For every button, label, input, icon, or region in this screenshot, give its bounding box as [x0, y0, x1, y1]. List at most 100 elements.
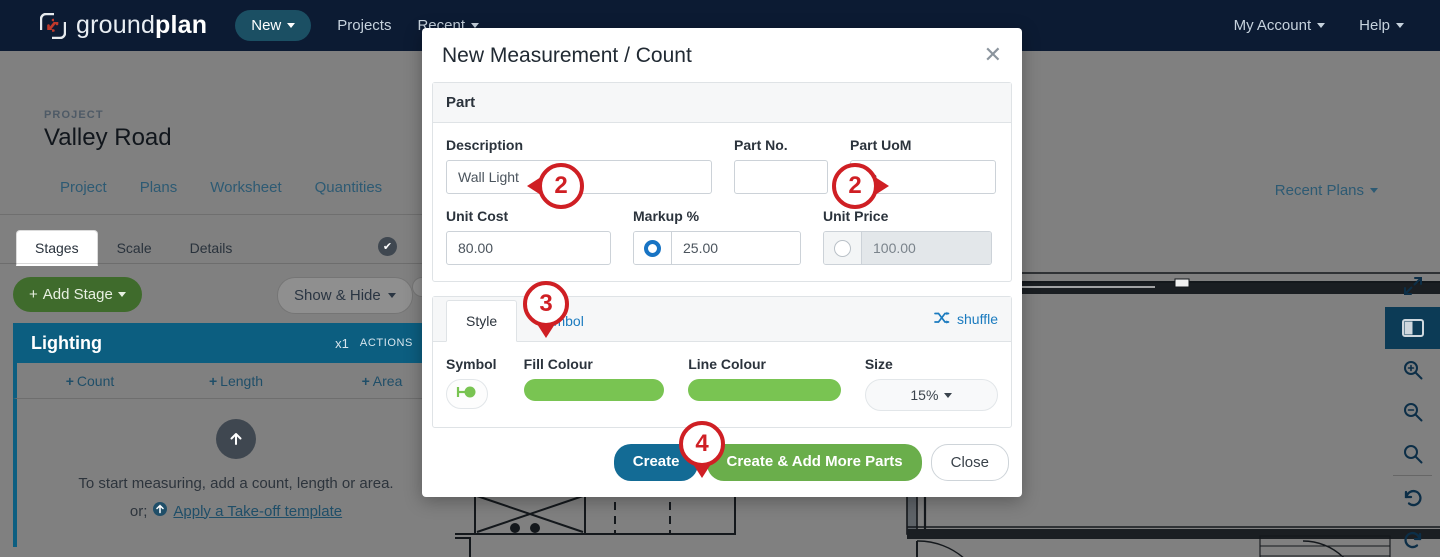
stage-complete-check-icon[interactable]: ✔	[378, 237, 397, 256]
part-panel-body: Description Wall Light Part No. Part UoM…	[433, 123, 1011, 281]
project-tab-worksheet[interactable]: Worksheet	[210, 179, 281, 196]
unit-price-radio[interactable]	[834, 239, 851, 257]
unit-price-input: 100.00	[862, 232, 991, 264]
fill-colour-swatch[interactable]	[523, 379, 665, 401]
stage-empty-text: To start measuring, add a count, length …	[78, 475, 394, 492]
stage-card: Lighting x1 ACTIONS + Count + Length + Area	[13, 323, 455, 547]
brand-text: groundplan	[76, 11, 208, 39]
count-symbol-icon	[454, 384, 480, 405]
annotation-marker-2-description: 2	[527, 163, 584, 209]
upload-arrow-icon	[216, 419, 256, 459]
split-pane-icon[interactable]	[1385, 307, 1440, 349]
zoom-out-icon[interactable]	[1385, 391, 1440, 433]
unit-price-control: 100.00	[823, 231, 992, 265]
stage-header[interactable]: Lighting x1 ACTIONS	[13, 323, 455, 363]
marker-number: 2	[832, 163, 878, 209]
project-tabs: Project Plans Worksheet Quantities	[60, 179, 382, 196]
tab-scale[interactable]: Scale	[98, 230, 171, 266]
part-no-input[interactable]	[734, 160, 828, 194]
markup-control: 25.00	[633, 231, 801, 265]
shuffle-button[interactable]: shuffle	[934, 311, 998, 328]
add-count-button[interactable]: + Count	[17, 373, 163, 389]
close-icon[interactable]: ✕	[984, 44, 1002, 66]
part-no-label: Part No.	[734, 137, 788, 153]
markup-radio[interactable]	[644, 239, 661, 257]
top-nav-right-group: My Account Help	[1200, 17, 1404, 34]
markup-radio-cell[interactable]	[634, 232, 672, 264]
stage-actions-label[interactable]: ACTIONS	[360, 337, 413, 349]
zoom-reset-icon[interactable]	[1385, 433, 1440, 475]
add-stage-button[interactable]: + Add Stage	[13, 277, 142, 312]
part-panel-title: Part	[433, 83, 1011, 123]
nav-help-label: Help	[1359, 17, 1390, 34]
markup-input[interactable]: 25.00	[672, 232, 800, 264]
chevron-down-icon	[1317, 23, 1326, 28]
unit-price-radio-cell[interactable]	[824, 232, 862, 264]
annotation-marker-4-line-colour: 4	[679, 421, 725, 478]
stage-empty-state: To start measuring, add a count, length …	[13, 399, 455, 547]
groundplan-logo-icon	[39, 12, 67, 39]
recent-plans-menu[interactable]: Recent Plans	[1275, 182, 1378, 199]
app-root: groundplan New Projects Recent My Accoun…	[0, 0, 1440, 557]
markup-group: Markup % 25.00	[633, 208, 801, 265]
stage-name: Lighting	[31, 332, 102, 353]
chevron-down-icon	[1396, 23, 1404, 28]
stage-count-badge: x1	[335, 335, 349, 351]
add-stage-label: Add Stage	[42, 286, 113, 303]
annotation-marker-2-part-uom: 2	[832, 163, 889, 209]
markup-label: Markup %	[633, 208, 700, 224]
modal-header: New Measurement / Count ✕	[422, 28, 1022, 82]
part-uom-label: Part UoM	[850, 137, 912, 153]
project-tab-project[interactable]: Project	[60, 179, 107, 196]
show-hide-label: Show & Hide	[294, 287, 381, 304]
tab-stages[interactable]: Stages	[16, 230, 98, 266]
unit-price-group: Unit Price 100.00	[823, 208, 992, 265]
plan-tools-toolbar	[1385, 265, 1440, 557]
upload-circle-icon	[152, 501, 168, 521]
style-tabs-bar: Style Symbol shuffle	[433, 297, 1011, 342]
unit-cost-group: Unit Cost 80.00	[446, 208, 611, 265]
part-row-2: Unit Cost 80.00 Markup % 25.00 Unit Pric…	[446, 208, 998, 265]
nav-projects-label: Projects	[337, 17, 392, 34]
plus-icon: +	[65, 372, 74, 389]
annotation-marker-3-symbol-tab: 3	[523, 281, 569, 338]
nav-new-button[interactable]: New	[235, 10, 312, 41]
divider	[0, 263, 455, 264]
size-select[interactable]: 15%	[864, 379, 998, 411]
style-panel: Style Symbol shuffle Symbol	[432, 296, 1012, 428]
chevron-down-icon	[387, 293, 396, 298]
project-tab-quantities[interactable]: Quantities	[315, 179, 383, 196]
line-colour-swatch[interactable]	[688, 379, 841, 401]
plus-icon: +	[208, 372, 218, 389]
nav-help-menu[interactable]: Help	[1359, 17, 1404, 34]
nav-projects-link[interactable]: Projects	[337, 17, 391, 34]
project-header: PROJECT Valley Road	[44, 109, 172, 152]
apply-takeoff-template-link[interactable]: Apply a Take-off template	[173, 503, 342, 520]
create-add-more-parts-button[interactable]: Create & Add More Parts	[707, 444, 922, 481]
size-value: 15%	[910, 387, 939, 403]
close-button[interactable]: Close	[930, 444, 1009, 481]
nav-my-account-label: My Account	[1233, 17, 1312, 34]
marker-number: 3	[523, 281, 569, 327]
modal-title: New Measurement / Count	[442, 44, 692, 67]
show-hide-button[interactable]: Show & Hide	[277, 277, 413, 314]
project-tab-plans[interactable]: Plans	[140, 179, 178, 196]
tab-details[interactable]: Details	[171, 230, 252, 266]
expand-icon[interactable]	[1385, 265, 1440, 307]
marker-number: 4	[679, 421, 725, 467]
size-group: Size 15%	[864, 356, 998, 411]
symbol-preview-button[interactable]	[446, 379, 488, 409]
add-length-button[interactable]: + Length	[163, 373, 309, 389]
tab-style[interactable]: Style	[446, 300, 518, 342]
undo-icon[interactable]	[1385, 476, 1440, 518]
project-kicker: PROJECT	[44, 109, 104, 121]
unit-cost-input[interactable]: 80.00	[446, 231, 611, 265]
zoom-in-icon[interactable]	[1385, 349, 1440, 391]
nav-my-account-menu[interactable]: My Account	[1234, 17, 1326, 34]
shuffle-label: shuffle	[957, 311, 998, 327]
brand-logo[interactable]: groundplan	[39, 11, 208, 40]
symbol-label: Symbol	[446, 356, 497, 372]
chevron-down-icon	[944, 392, 953, 398]
redo-icon[interactable]	[1385, 518, 1440, 557]
stage-subtabs: Stages Scale Details	[16, 230, 251, 266]
